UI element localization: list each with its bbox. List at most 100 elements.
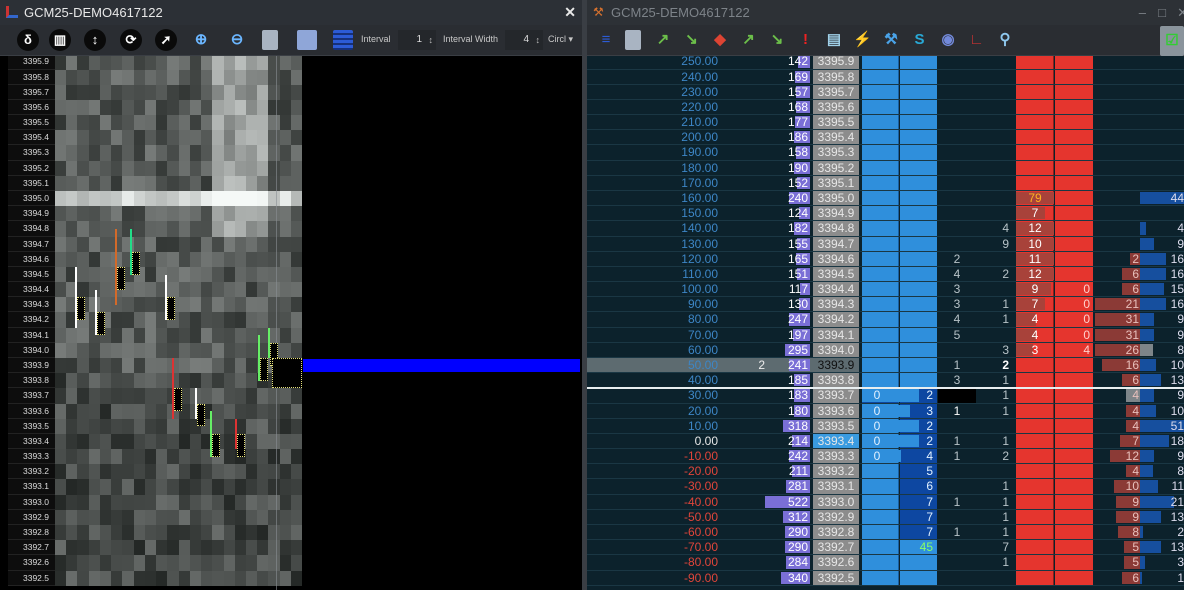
tooth-icon[interactable] (624, 30, 641, 50)
bid-cell[interactable] (862, 99, 899, 115)
import2-icon[interactable]: ↗ (739, 30, 759, 50)
ask-size-cell[interactable] (1055, 69, 1093, 84)
ask-size-cell[interactable] (1055, 251, 1093, 266)
zoom-out-icon[interactable]: ⊖ (227, 30, 247, 50)
ask-size-cell[interactable] (1055, 358, 1093, 373)
bid-cell[interactable] (862, 373, 899, 388)
bid-size-cell[interactable] (900, 327, 937, 342)
ladder-icon[interactable] (333, 30, 353, 50)
ladder-row[interactable]: -30.00 281 3393.1 6 1 10 11 (587, 479, 1184, 495)
ladder-row[interactable]: 190.00 158 3395.3 (587, 145, 1184, 161)
ask-size-cell[interactable] (1055, 236, 1093, 251)
ladder-row[interactable]: 170.00 152 3395.1 (587, 175, 1184, 191)
ask-cell[interactable] (1016, 99, 1054, 115)
ladder-row[interactable]: 220.00 168 3395.6 (587, 99, 1184, 116)
ask-size-cell[interactable] (1055, 206, 1093, 221)
bid-cell[interactable] (862, 175, 899, 190)
ask-cell[interactable] (1016, 464, 1054, 479)
export-icon[interactable]: ↘ (682, 30, 702, 50)
ask-size-cell[interactable] (1055, 433, 1093, 449)
ask-size-cell[interactable] (1055, 509, 1093, 524)
ask-size-cell[interactable] (1055, 266, 1093, 282)
ask-size-cell[interactable] (1055, 479, 1093, 494)
bid-size-cell[interactable] (900, 69, 937, 84)
ask-cell[interactable] (1016, 130, 1054, 145)
bid-size-cell[interactable] (900, 145, 937, 160)
ask-size-cell[interactable] (1055, 56, 1093, 69)
ladder-row[interactable]: 240.00 169 3395.8 (587, 69, 1184, 85)
bid-cell[interactable] (862, 160, 899, 175)
ladder-row[interactable]: 210.00 177 3395.5 (587, 115, 1184, 131)
grid-icon[interactable] (297, 30, 317, 50)
ask-size-cell[interactable] (1055, 191, 1093, 206)
ask-size-cell[interactable] (1055, 570, 1093, 585)
ladder-row[interactable]: 80.00 247 3394.2 4 1 4 0 31 9 (587, 312, 1184, 328)
zoom-in-icon[interactable]: ⊕ (191, 30, 211, 50)
ask-cell[interactable] (1016, 524, 1054, 540)
ask-cell[interactable] (1016, 145, 1054, 160)
ladder-row[interactable]: 130.00 155 3394.7 9 10 9 (587, 236, 1184, 252)
ask-size-cell[interactable] (1055, 388, 1093, 403)
ladder-row[interactable]: 150.00 124 3394.9 7 (587, 206, 1184, 222)
bid-cell[interactable] (862, 342, 899, 357)
bid-size-cell[interactable] (900, 206, 937, 221)
bid-cell[interactable] (862, 206, 899, 221)
ladder-row[interactable]: 40.00 185 3393.8 3 1 6 13 (587, 373, 1184, 389)
ladder-row[interactable]: 20.00 180 3393.6 0 3 1 1 4 10 (587, 403, 1184, 419)
ask-size-cell[interactable] (1055, 540, 1093, 555)
bid-cell[interactable] (862, 540, 899, 555)
ladder-row[interactable]: 90.00 130 3394.3 3 1 7 0 21 16 (587, 297, 1184, 313)
bid-cell[interactable] (862, 191, 899, 206)
plug-icon[interactable]: ⚡ (853, 30, 873, 50)
bid-size-cell[interactable] (900, 251, 937, 266)
ask-size-cell[interactable] (1055, 464, 1093, 479)
bid-size-cell[interactable] (900, 175, 937, 190)
ladder-row[interactable]: 160.00 240 3395.0 79 44 (587, 191, 1184, 207)
ask-size-cell[interactable] (1055, 494, 1093, 509)
ladder-row[interactable]: -90.00 340 3392.5 6 1 (587, 570, 1184, 586)
ladder-icon[interactable]: ≡ (596, 30, 616, 50)
ladder-row[interactable]: -70.00 290 3392.7 45 7 5 13 (587, 540, 1184, 556)
ladder-row[interactable]: 60.00 295 3394.0 3 3 4 26 8 (587, 342, 1184, 358)
ask-cell[interactable] (1016, 403, 1054, 418)
bid-cell[interactable] (862, 221, 899, 236)
bid-cell[interactable] (862, 312, 899, 327)
bid-cell[interactable] (862, 236, 899, 251)
chart-icon[interactable]: ∟ (967, 30, 987, 50)
ask-size-cell[interactable] (1055, 221, 1093, 236)
ladder-row[interactable]: -40.00 522 3393.0 7 1 1 9 21 (587, 494, 1184, 510)
refresh-icon[interactable]: ⟳ (120, 29, 142, 51)
ladder-row[interactable]: -60.00 290 3392.8 7 1 1 8 2 (587, 524, 1184, 541)
ask-cell[interactable] (1016, 388, 1054, 403)
ask-cell[interactable] (1016, 56, 1054, 69)
bid-size-cell[interactable] (900, 312, 937, 327)
ladder-row[interactable]: 30.00 183 3393.7 0 2 1 4 9 (587, 388, 1184, 404)
minimize-button[interactable]: – (1139, 0, 1146, 25)
ask-cell[interactable] (1016, 418, 1054, 433)
bid-size-cell[interactable] (900, 130, 937, 145)
export2-icon[interactable]: ↘ (767, 30, 787, 50)
bid-cell[interactable] (862, 84, 899, 99)
bid-size-cell[interactable] (900, 297, 937, 312)
bid-size-cell[interactable] (900, 236, 937, 251)
ask-cell[interactable] (1016, 570, 1054, 585)
bid-size-cell[interactable] (900, 115, 937, 130)
shape-select[interactable]: Circl ▾ (548, 34, 573, 45)
ladder-row[interactable]: -80.00 284 3392.6 1 5 3 (587, 555, 1184, 571)
bid-size-cell[interactable] (900, 342, 937, 357)
ask-size-cell[interactable] (1055, 373, 1093, 388)
bid-size-cell[interactable] (900, 56, 937, 69)
ask-cell[interactable] (1016, 115, 1054, 130)
bid-size-cell[interactable] (900, 266, 937, 282)
ladder-row[interactable]: -50.00 312 3392.9 7 1 9 13 (587, 509, 1184, 525)
delta-icon[interactable]: δ (17, 29, 39, 51)
ladder-row[interactable]: 110.00 151 3394.5 4 2 12 6 16 (587, 266, 1184, 283)
bid-cell[interactable] (862, 555, 899, 570)
interval-spinner[interactable]: 1 (398, 30, 436, 50)
bid-cell[interactable] (862, 56, 899, 69)
tooth-icon[interactable] (262, 30, 278, 50)
ladder-row[interactable]: 10.00 318 3393.5 0 2 4 51 (587, 418, 1184, 434)
interval-width-spinner[interactable]: 4 (505, 30, 543, 50)
ask-cell[interactable] (1016, 84, 1054, 99)
close-button[interactable]: ✕ (564, 0, 576, 25)
